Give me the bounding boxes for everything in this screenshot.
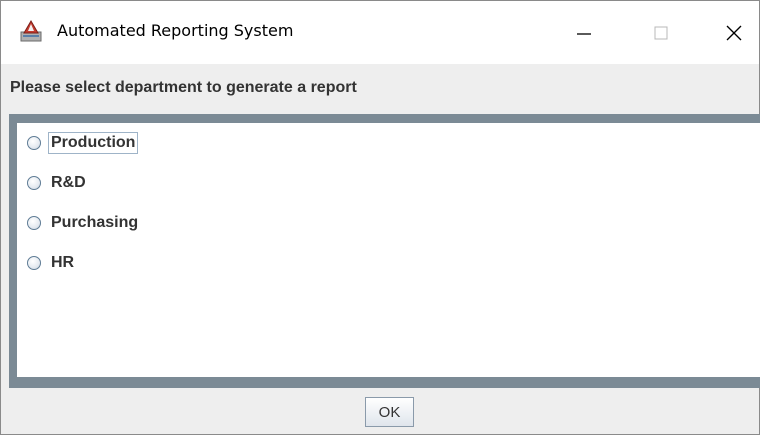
close-button[interactable] bbox=[704, 1, 760, 64]
minimize-button[interactable] bbox=[554, 1, 614, 64]
radio-production[interactable]: Production bbox=[27, 132, 139, 154]
radio-button-icon[interactable] bbox=[27, 256, 41, 270]
radio-button-icon[interactable] bbox=[27, 176, 41, 190]
ok-button[interactable]: OK bbox=[365, 397, 414, 427]
java-app-icon bbox=[20, 20, 42, 42]
radio-button-icon[interactable] bbox=[27, 216, 41, 230]
radio-purchasing[interactable]: Purchasing bbox=[27, 212, 141, 234]
radio-label-production[interactable]: Production bbox=[48, 132, 139, 154]
radio-label-rnd[interactable]: R&D bbox=[48, 172, 89, 194]
department-panel: Production R&D Purchasing HR bbox=[9, 114, 760, 388]
radio-hr[interactable]: HR bbox=[27, 252, 77, 274]
prompt-label: Please select department to generate a r… bbox=[10, 79, 357, 96]
radio-label-hr[interactable]: HR bbox=[48, 252, 77, 274]
window-title: Automated Reporting System bbox=[57, 21, 294, 40]
radio-button-icon[interactable] bbox=[27, 136, 41, 150]
app-window: Automated Reporting System Please select… bbox=[0, 0, 760, 435]
department-list: Production R&D Purchasing HR bbox=[17, 123, 760, 377]
radio-label-purchasing[interactable]: Purchasing bbox=[48, 212, 141, 234]
title-bar[interactable]: Automated Reporting System bbox=[1, 1, 759, 64]
maximize-button[interactable] bbox=[631, 1, 691, 64]
radio-rnd[interactable]: R&D bbox=[27, 172, 89, 194]
maximize-icon bbox=[654, 26, 668, 39]
close-icon bbox=[726, 25, 742, 40]
minimize-icon bbox=[577, 32, 591, 35]
